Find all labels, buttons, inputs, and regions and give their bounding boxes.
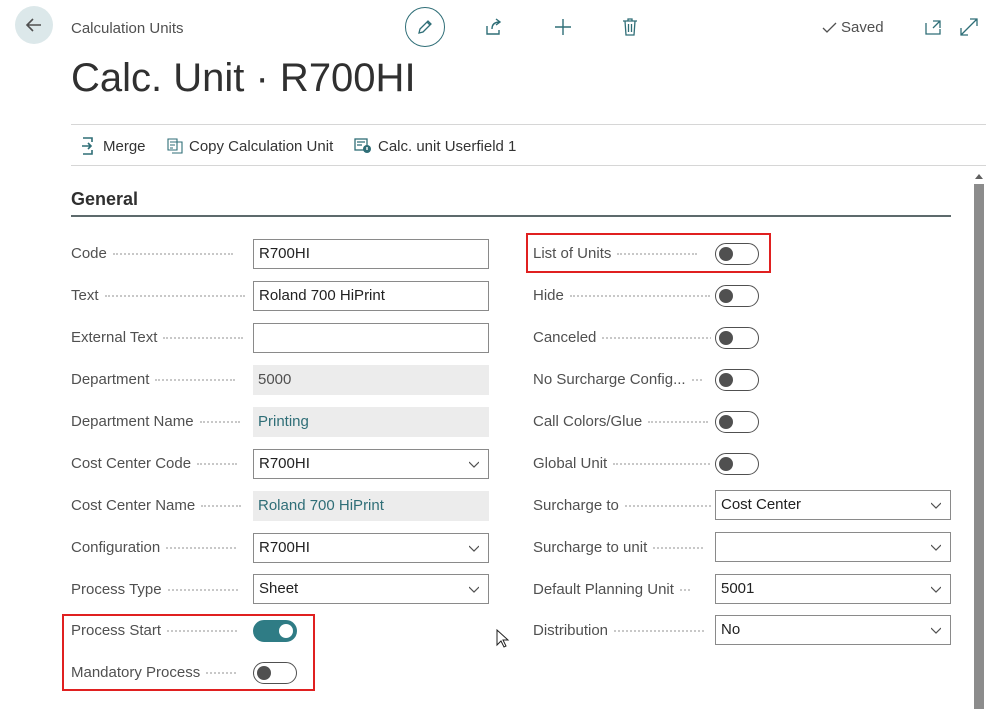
checkmark-icon	[822, 22, 837, 33]
external-text-label: External Text	[71, 323, 249, 353]
expand-icon	[960, 18, 978, 36]
back-button[interactable]	[15, 6, 53, 44]
configuration-select[interactable]: R700HI	[253, 533, 489, 563]
code-label: Code	[71, 239, 249, 269]
department-name-label: Department Name	[71, 407, 249, 437]
text-input[interactable]: Roland 700 HiPrint	[253, 281, 489, 311]
cost-center-code-label: Cost Center Code	[71, 449, 249, 479]
chevron-down-icon	[469, 586, 479, 593]
process-type-select[interactable]: Sheet	[253, 574, 489, 604]
process-start-toggle[interactable]	[253, 620, 297, 642]
mandatory-process-label: Mandatory Process	[71, 658, 249, 688]
call-colors-glue-label: Call Colors/Glue	[533, 407, 711, 437]
merge-label: Merge	[103, 137, 146, 155]
default-planning-unit-label: Default Planning Unit	[533, 575, 711, 605]
toggle-knob	[719, 457, 733, 471]
toggle-knob	[257, 666, 271, 680]
action-bar: Merge Copy Calculation Unit Calc. unit U…	[71, 124, 986, 166]
copy-calculation-unit-action[interactable]: Copy Calculation Unit	[167, 125, 333, 167]
chevron-down-icon	[469, 461, 479, 468]
merge-icon	[82, 137, 93, 155]
copy-icon	[167, 138, 183, 154]
toggle-knob	[719, 373, 733, 387]
edit-button[interactable]	[405, 7, 445, 47]
cost-center-code-select[interactable]: R700HI	[253, 449, 489, 479]
breadcrumb[interactable]: Calculation Units	[71, 20, 184, 37]
department-name-value[interactable]: Printing	[253, 407, 489, 437]
configuration-label: Configuration	[71, 533, 249, 563]
toggle-knob	[719, 289, 733, 303]
process-type-value: Sheet	[259, 580, 299, 597]
code-input[interactable]: R700HI	[253, 239, 489, 269]
toggle-knob	[719, 247, 733, 261]
no-surcharge-config-label: No Surcharge Config...	[533, 365, 711, 395]
toggle-knob	[279, 624, 293, 638]
cost-center-code-value: R700HI	[259, 455, 310, 472]
canceled-label: Canceled	[533, 323, 711, 353]
no-surcharge-config-toggle[interactable]	[715, 369, 759, 391]
list-of-units-label: List of Units	[533, 239, 711, 269]
calc-unit-userfield-action[interactable]: Calc. unit Userfield 1	[354, 125, 516, 167]
canceled-toggle[interactable]	[715, 327, 759, 349]
chevron-down-icon	[931, 502, 941, 509]
share-icon	[486, 18, 502, 35]
chevron-down-icon	[469, 545, 479, 552]
text-label: Text	[71, 281, 249, 311]
distribution-label: Distribution	[533, 616, 711, 646]
chevron-down-icon	[931, 544, 941, 551]
saved-label: Saved	[841, 19, 884, 36]
mouse-cursor-icon	[496, 629, 510, 648]
configuration-value: R700HI	[259, 539, 310, 556]
hide-label: Hide	[533, 281, 711, 311]
calc-unit-userfield-label: Calc. unit Userfield 1	[378, 137, 517, 155]
hide-toggle[interactable]	[715, 285, 759, 307]
trash-icon	[623, 18, 637, 36]
toggle-knob	[719, 415, 733, 429]
chevron-down-icon	[931, 586, 941, 593]
surcharge-to-value: Cost Center	[721, 496, 802, 513]
expand-button[interactable]	[958, 16, 980, 38]
cost-center-name-value[interactable]: Roland 700 HiPrint	[253, 491, 489, 521]
default-planning-unit-select[interactable]: 5001	[715, 574, 951, 604]
new-button[interactable]	[552, 16, 574, 38]
share-button[interactable]	[482, 16, 504, 38]
surcharge-to-label: Surcharge to	[533, 491, 711, 521]
cost-center-name-label: Cost Center Name	[71, 491, 249, 521]
merge-action[interactable]: Merge	[81, 125, 146, 167]
distribution-value: No	[721, 621, 741, 638]
distribution-select[interactable]: No	[715, 615, 951, 645]
surcharge-to-unit-select[interactable]	[715, 532, 951, 562]
back-arrow-icon	[25, 18, 41, 32]
section-title-general[interactable]: General	[71, 189, 138, 210]
department-value: 5000	[253, 365, 489, 395]
process-type-label: Process Type	[71, 575, 249, 605]
open-new-window-button[interactable]	[922, 16, 944, 38]
process-start-label: Process Start	[71, 616, 249, 646]
plus-icon	[555, 19, 571, 35]
toggle-knob	[719, 331, 733, 345]
department-label: Department	[71, 365, 249, 395]
vertical-scrollbar[interactable]	[973, 170, 985, 709]
delete-button[interactable]	[619, 16, 641, 38]
surcharge-to-select[interactable]: Cost Center	[715, 490, 951, 520]
saved-status: Saved	[822, 19, 884, 36]
copy-calculation-unit-label: Copy Calculation Unit	[189, 137, 334, 155]
global-unit-toggle[interactable]	[715, 453, 759, 475]
chevron-down-icon	[931, 627, 941, 634]
section-divider	[71, 215, 951, 217]
external-text-input[interactable]	[253, 323, 489, 353]
mandatory-process-toggle[interactable]	[253, 662, 297, 684]
pencil-icon	[418, 20, 432, 34]
open-new-window-icon	[925, 20, 941, 35]
surcharge-to-unit-label: Surcharge to unit	[533, 533, 711, 563]
global-unit-label: Global Unit	[533, 449, 711, 479]
call-colors-glue-toggle[interactable]	[715, 411, 759, 433]
default-planning-unit-value: 5001	[721, 580, 755, 597]
userfield-icon	[354, 138, 371, 153]
page-title: Calc. Unit · R700HI	[71, 56, 416, 100]
list-of-units-toggle[interactable]	[715, 243, 759, 265]
